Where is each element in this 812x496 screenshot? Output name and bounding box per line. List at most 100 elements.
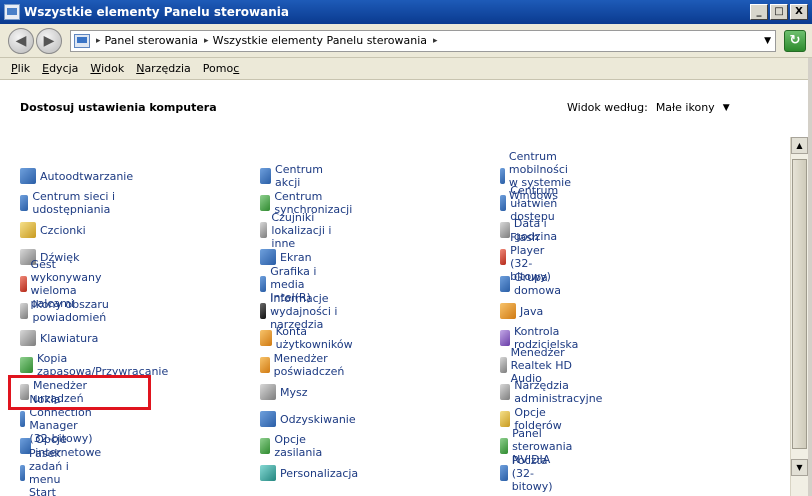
control-panel-item[interactable]: Odzyskiwanie (260, 410, 356, 428)
display-icon (260, 249, 276, 265)
control-panel-item-label: Ekran (280, 250, 312, 264)
control-panel-item[interactable]: Mysz (260, 383, 308, 401)
control-panel-item[interactable]: Grafika i media Intel(R) (260, 265, 321, 304)
control-panel-item[interactable]: Pasek zadań i menu Start (20, 447, 73, 496)
scroll-down-button[interactable]: ▼ (791, 459, 808, 476)
control-panel-item[interactable]: Nokia Connection Manager (32-bitowy) (20, 393, 102, 445)
maximize-button[interactable]: □ (770, 4, 788, 20)
address-dropdown-icon[interactable]: ▼ (764, 36, 771, 46)
breadcrumb-separator[interactable]: ▸ (204, 36, 209, 46)
mobility-center-icon (500, 168, 505, 184)
control-panel-item[interactable]: Menedżer poświadczeń (260, 352, 351, 378)
credential-manager-icon (260, 357, 270, 373)
personalization-icon (260, 465, 276, 481)
highlight-box (8, 375, 151, 410)
control-panel-item-label: Grupa domowa (514, 271, 561, 297)
control-panel-item[interactable]: Centrum mobilności w systemie Windows (500, 150, 579, 202)
autoplay-icon (20, 168, 36, 184)
control-panel-item[interactable]: Konta użytkowników (260, 325, 357, 351)
window-controls: _ □ X (750, 4, 808, 20)
menu-edit[interactable]: Edycja (42, 62, 78, 75)
control-panel-item[interactable]: Java (500, 302, 543, 320)
flash-player-icon (500, 249, 507, 265)
window-title: Wszystkie elementy Panelu sterowania (24, 5, 289, 19)
control-panel-item-label: Klawiatura (40, 331, 99, 345)
refresh-button[interactable]: ↻ (784, 29, 806, 52)
control-panel-item[interactable]: Ikony obszaru powiadomień (20, 298, 114, 324)
breadcrumb-separator[interactable]: ▸ (96, 36, 101, 46)
control-panel-item[interactable]: Centrum synchronizacji (260, 190, 358, 216)
control-panel-item[interactable]: Kontrola rodzicielska (500, 325, 584, 351)
recovery-icon (260, 411, 276, 427)
control-panel-item-label: Opcje zasilania (274, 433, 323, 459)
control-panel-item-label: Czujniki lokalizacji i inne (271, 210, 332, 250)
control-panel-item-label: Narzędzia administracyjne (514, 379, 603, 405)
notification-icons-icon (20, 303, 29, 319)
minimize-button[interactable]: _ (750, 4, 768, 20)
fonts-icon (20, 222, 36, 238)
navigation-bar: ◀ ▶ ▸ Panel sterowania ▸ Wszystkie eleme… (0, 24, 812, 58)
realtek-audio-icon (500, 357, 507, 373)
backup-icon (20, 357, 34, 373)
control-panel-item[interactable]: Opcje folderów (500, 406, 567, 432)
control-panel-item[interactable]: Kopia zapasowa/Przywracanie (20, 352, 171, 378)
control-panel-item[interactable]: Czcionki (20, 221, 86, 239)
user-accounts-icon (260, 330, 272, 346)
network-icon (20, 195, 29, 211)
scroll-up-button[interactable]: ▲ (791, 137, 808, 154)
control-panel-item[interactable]: Poczta (32-bitowy) (500, 454, 561, 493)
control-panel-item[interactable]: Autoodtwarzanie (20, 167, 133, 185)
control-panel-item-label: Pasek zadań i menu Start (29, 447, 69, 496)
forward-button[interactable]: ▶ (36, 27, 62, 54)
control-panel-item[interactable]: Centrum sieci i udostępniania (20, 190, 118, 216)
control-panel-item[interactable]: Czujniki lokalizacji i inne (260, 211, 334, 250)
menu-view[interactable]: Widok (90, 62, 124, 75)
keyboard-icon (20, 330, 36, 346)
control-panel-item-label: Java (520, 304, 544, 318)
control-panel-item[interactable]: Opcje zasilania (260, 433, 328, 459)
control-panel-item[interactable]: Ekran (260, 248, 312, 266)
chevron-down-icon[interactable]: ▼ (723, 103, 730, 113)
nokia-icon (20, 411, 26, 427)
control-panel-item[interactable]: Menedżer Realtek HD Audio (500, 346, 574, 385)
menu-file[interactable]: Plik (11, 62, 30, 75)
breadcrumb-control-panel[interactable]: Panel sterowania (105, 34, 199, 47)
breadcrumb-separator[interactable]: ▸ (433, 36, 438, 46)
scroll-thumb[interactable] (792, 159, 807, 449)
control-panel-item[interactable]: Gest wykonywany wieloma palcami (20, 258, 111, 310)
vertical-scrollbar[interactable]: ▲ ▼ (790, 137, 808, 496)
close-button[interactable]: X (790, 4, 808, 20)
control-panel-item-label: Konta użytkowników (275, 325, 353, 351)
control-panel-icon (74, 33, 90, 48)
parental-controls-icon (500, 330, 510, 346)
admin-tools-icon (500, 384, 511, 400)
homegroup-icon (500, 276, 511, 292)
sensors-icon (260, 222, 268, 238)
control-panel-item[interactable]: Klawiatura (20, 329, 98, 347)
back-button[interactable]: ◀ (8, 27, 34, 54)
breadcrumb-all-items[interactable]: Wszystkie elementy Panelu sterowania (213, 34, 427, 47)
control-panel-item-label: Odzyskiwanie (280, 412, 356, 426)
taskbar-icon (20, 465, 26, 481)
control-panel-item-label: Poczta (32-bitowy) (511, 453, 553, 493)
menu-help[interactable]: Pomoc (203, 62, 239, 75)
control-panel-item-label: Mysz (280, 385, 308, 399)
menu-bar: Plik Edycja Widok Narzędzia Pomoc (0, 58, 812, 80)
intel-graphics-icon (260, 276, 267, 292)
sync-center-icon (260, 195, 271, 211)
touch-gesture-icon (20, 276, 27, 292)
content-area: Dostosuj ustawienia komputera Widok wedł… (0, 81, 790, 496)
control-panel-item[interactable]: Narzędzia administracyjne (500, 379, 608, 405)
view-by-dropdown[interactable]: Małe ikony (656, 101, 715, 114)
address-bar[interactable]: ▸ Panel sterowania ▸ Wszystkie elementy … (70, 29, 776, 52)
control-panel-item[interactable]: Flash Player (32-bitowy) (500, 231, 561, 283)
control-panel-item[interactable]: Panel sterowania NVIDIA (500, 427, 580, 466)
control-panel-item[interactable]: Centrum akcji (260, 163, 328, 189)
control-panel-item[interactable]: Informacje wydajności i narzędzia (260, 292, 341, 331)
control-panel-icon (4, 4, 20, 20)
control-panel-item[interactable]: Grupa domowa (500, 271, 567, 297)
control-panel-item[interactable]: Personalizacja (260, 464, 358, 482)
menu-tools[interactable]: Narzędzia (136, 62, 191, 75)
control-panel-item-label: Personalizacja (280, 466, 359, 480)
control-panel-item[interactable]: Centrum ułatwień dostępu (500, 184, 568, 223)
